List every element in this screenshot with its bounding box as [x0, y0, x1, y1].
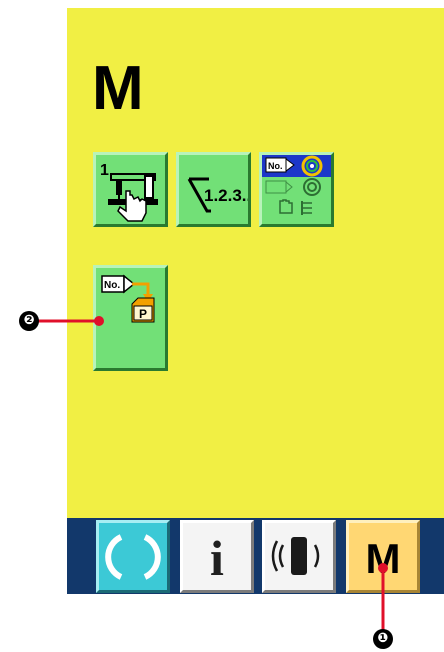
ready-button[interactable] [96, 520, 170, 593]
callout-two-badge: ❷ [19, 311, 39, 331]
pattern-mode-button[interactable]: No. [259, 152, 334, 227]
register-no-label: No. [104, 280, 120, 291]
communication-icon [271, 537, 320, 575]
page-title: M [92, 54, 144, 123]
pattern-no-label: No. [268, 161, 283, 171]
mode-icon: M [365, 535, 401, 582]
counter-icon: 1.2.3.. [187, 177, 248, 213]
register-p-label: P [139, 307, 147, 321]
mode-button[interactable]: M [346, 520, 420, 593]
information-icon: i [210, 530, 224, 586]
no-to-p-register-icon: No. P [101, 274, 155, 323]
sewing-machine-hand-icon: 1 [100, 162, 158, 222]
communication-button[interactable] [262, 520, 336, 593]
sewing-machine-settings-button[interactable]: 1 [93, 152, 168, 227]
pattern-no-spiral-icon: No. [262, 155, 331, 215]
callout-one-badge: ❶ [373, 629, 393, 649]
badge-number: 1 [100, 162, 109, 179]
counter-settings-button[interactable]: 1.2.3.. [176, 152, 251, 227]
pattern-to-p-register-button[interactable]: No. P [93, 265, 168, 371]
counter-label: 1.2.3.. [204, 186, 248, 205]
ready-circle-icon [105, 534, 161, 580]
information-button[interactable]: i [180, 520, 254, 593]
